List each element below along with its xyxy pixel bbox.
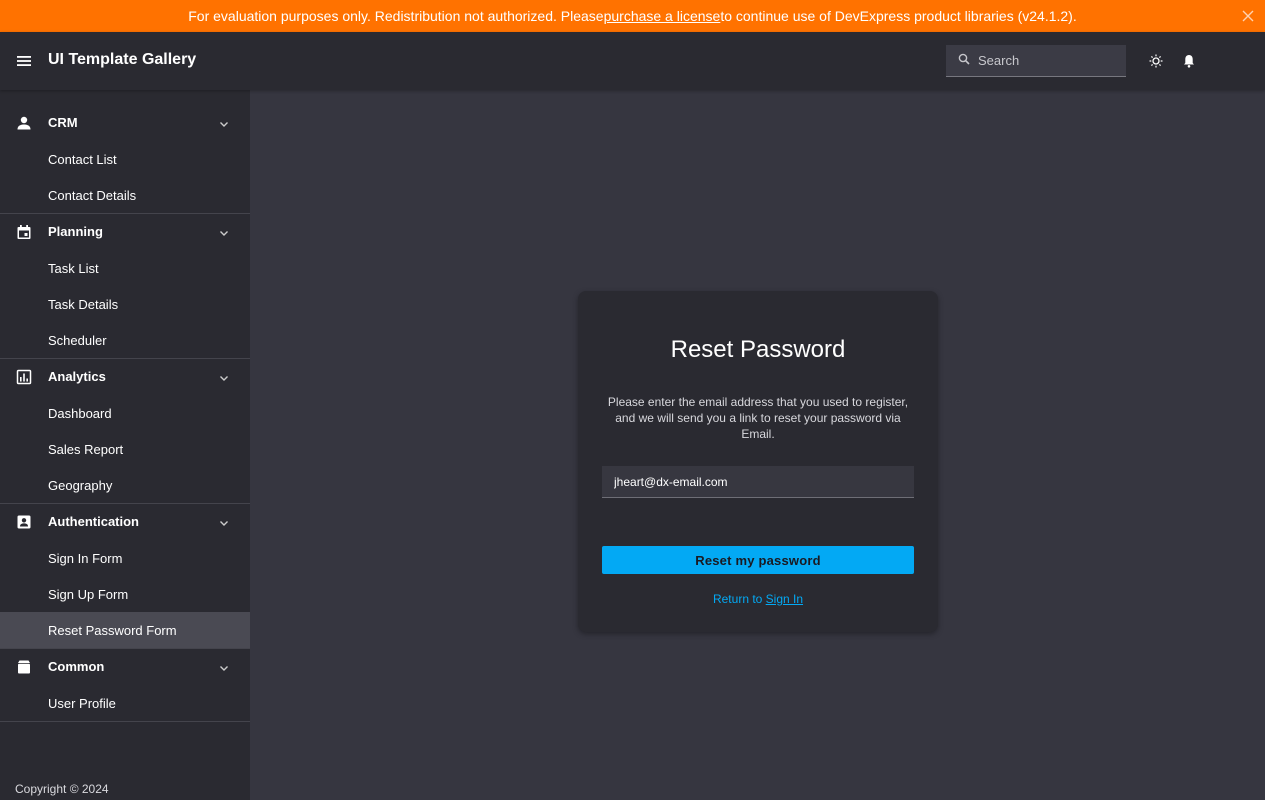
folder-icon <box>16 659 32 675</box>
bell-icon[interactable] <box>1177 49 1201 73</box>
banner-text-before: For evaluation purposes only. Redistribu… <box>188 8 604 24</box>
theme-toggle-icon[interactable] <box>1144 49 1168 73</box>
sidebar-item-geography[interactable]: Geography <box>0 467 250 503</box>
menu-icon[interactable] <box>12 49 36 73</box>
sidebar-item-reset-password-form[interactable]: Reset Password Form <box>0 612 250 648</box>
sign-in-link[interactable]: Sign In <box>766 592 803 606</box>
search-input[interactable] <box>978 53 1118 68</box>
calendar-icon <box>16 224 32 240</box>
nav-group-header-common[interactable]: Common <box>0 649 250 685</box>
chevron-down-icon <box>218 661 230 673</box>
nav-group-planning: Planning Task List Task Details Schedule… <box>0 214 250 359</box>
person-icon <box>16 115 32 131</box>
sidebar-item-sign-up-form[interactable]: Sign Up Form <box>0 576 250 612</box>
nav-group-header-planning[interactable]: Planning <box>0 214 250 250</box>
chevron-down-icon <box>218 117 230 129</box>
sidebar-item-task-list[interactable]: Task List <box>0 250 250 286</box>
chevron-down-icon <box>218 226 230 238</box>
nav-group-crm: CRM Contact List Contact Details <box>0 105 250 214</box>
sidebar-item-task-details[interactable]: Task Details <box>0 286 250 322</box>
nav-group-authentication: Authentication Sign In Form Sign Up Form… <box>0 504 250 649</box>
reset-password-card: Reset Password Please enter the email ad… <box>578 291 938 632</box>
evaluation-banner: For evaluation purposes only. Redistribu… <box>0 0 1265 32</box>
email-input[interactable] <box>614 474 904 489</box>
nav-group-header-authentication[interactable]: Authentication <box>0 504 250 540</box>
search-icon <box>958 52 970 70</box>
sidebar-item-user-profile[interactable]: User Profile <box>0 685 250 721</box>
nav-group-header-analytics[interactable]: Analytics <box>0 359 250 395</box>
close-icon[interactable] <box>1240 8 1256 24</box>
nav-group-label: Planning <box>48 224 103 239</box>
copyright: Copyright © 2024 <box>15 782 109 796</box>
chart-icon <box>16 369 32 385</box>
sidebar-item-dashboard[interactable]: Dashboard <box>0 395 250 431</box>
chevron-down-icon <box>218 516 230 528</box>
return-text: Return to <box>712 592 766 606</box>
sidebar-item-contact-details[interactable]: Contact Details <box>0 177 250 213</box>
sidebar-item-sign-in-form[interactable]: Sign In Form <box>0 540 250 576</box>
sidebar-item-contact-list[interactable]: Contact List <box>0 141 250 177</box>
banner-text-after: to continue use of DevExpress product li… <box>720 8 1077 24</box>
nav-group-common: Common User Profile <box>0 649 250 722</box>
reset-password-button[interactable]: Reset my password <box>602 546 914 574</box>
card-description: Please enter the email address that you … <box>607 395 909 441</box>
sidebar-item-sales-report[interactable]: Sales Report <box>0 431 250 467</box>
nav-group-label: Analytics <box>48 369 106 384</box>
contact-card-icon <box>16 514 32 530</box>
card-title: Reset Password <box>670 336 846 363</box>
nav-group-label: CRM <box>48 115 78 130</box>
search-box[interactable] <box>946 45 1126 77</box>
app-header: UI Template Gallery <box>0 32 1265 90</box>
chevron-down-icon <box>218 371 230 383</box>
nav-group-analytics: Analytics Dashboard Sales Report Geograp… <box>0 359 250 504</box>
nav-group-header-crm[interactable]: CRM <box>0 105 250 141</box>
nav-group-label: Authentication <box>48 514 139 529</box>
sidebar: CRM Contact List Contact Details Plannin… <box>0 90 250 800</box>
email-field[interactable] <box>602 466 914 498</box>
sidebar-item-scheduler[interactable]: Scheduler <box>0 322 250 358</box>
return-to-sign-in: Return to Sign In <box>578 592 938 606</box>
purchase-license-link[interactable]: purchase a license <box>604 8 721 24</box>
nav-group-label: Common <box>48 659 105 674</box>
app-title: UI Template Gallery <box>48 51 197 68</box>
